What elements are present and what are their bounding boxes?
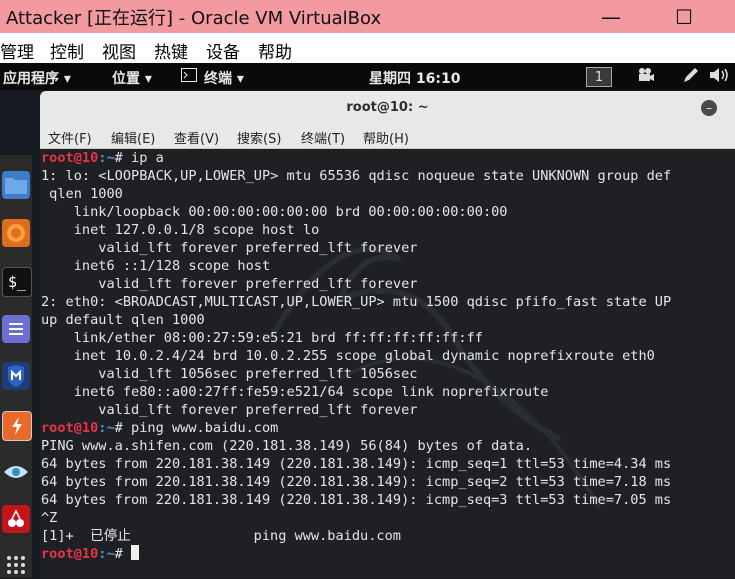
video-camera-icon[interactable] bbox=[637, 67, 655, 87]
prompt-line: root@10:~# ping www.baidu.com bbox=[41, 419, 278, 437]
places-menu[interactable]: 位置 ▾ bbox=[112, 68, 152, 88]
menu-devices[interactable]: 设备 bbox=[206, 38, 240, 63]
terminal-output[interactable]: root@10:~# ip a 1: lo: <LOOPBACK,UP,LOWE… bbox=[40, 149, 735, 578]
terminal-menu-bar: 文件(F) 编辑(E) 查看(V) 搜索(S) 终端(T) 帮助(H) bbox=[40, 125, 735, 149]
prompt-path: :~ bbox=[98, 546, 115, 562]
output-line: link/ether 08:00:27:59:e5:21 brd ff:ff:f… bbox=[41, 330, 483, 346]
metasploit-icon[interactable] bbox=[2, 362, 30, 390]
applications-menu[interactable]: 应用程序 ▾ bbox=[3, 68, 71, 88]
prompt-line: root@10:~# ip a bbox=[41, 149, 164, 167]
output-line: qlen 1000 bbox=[41, 186, 123, 202]
menu-manage[interactable]: 管理 bbox=[0, 38, 34, 63]
terminal-icon[interactable]: $_ bbox=[2, 267, 32, 297]
job-status-line: [1]+ 已停止 ping www.baidu.com bbox=[41, 528, 401, 544]
output-line: 2: eth0: <BROADCAST,MULTICAST,UP,LOWER_U… bbox=[41, 294, 672, 310]
ping-output-line: ^Z bbox=[41, 510, 58, 526]
host-window-title: Attacker [正在运行] - Oracle VM VirtualBox bbox=[6, 8, 382, 29]
output-line: up default qlen 1000 bbox=[41, 312, 205, 328]
show-apps-icon[interactable] bbox=[2, 551, 30, 579]
terminal-menu-help[interactable]: 帮助(H) bbox=[363, 128, 409, 147]
prompt-user: root@10 bbox=[41, 150, 99, 166]
command-text: ping www.baidu.com bbox=[131, 420, 279, 436]
menu-hotkeys[interactable]: 热键 bbox=[154, 38, 188, 63]
prompt-suffix: # bbox=[114, 546, 132, 562]
terminal-menu-search[interactable]: 搜索(S) bbox=[237, 128, 281, 147]
notes-icon[interactable] bbox=[2, 315, 30, 343]
menu-help[interactable]: 帮助 bbox=[258, 38, 292, 63]
terminal-menu-terminal[interactable]: 终端(T) bbox=[301, 128, 345, 147]
text-cursor bbox=[131, 545, 140, 560]
prompt-path: :~ bbox=[98, 150, 115, 166]
terminal-menu-view[interactable]: 查看(V) bbox=[174, 128, 219, 147]
terminal-menu-file[interactable]: 文件(F) bbox=[48, 128, 92, 147]
command-text: ip a bbox=[131, 150, 164, 166]
output-line: inet 127.0.0.1/8 scope host lo bbox=[41, 222, 320, 238]
dock: $_ bbox=[0, 155, 32, 578]
ping-output-line: 64 bytes from 220.181.38.149 (220.181.38… bbox=[41, 474, 672, 490]
volume-icon[interactable] bbox=[709, 67, 729, 87]
prompt-user: root@10 bbox=[41, 546, 99, 562]
terminal-app-menu[interactable]: 终端 ▾ bbox=[204, 68, 244, 88]
prompt-suffix: # bbox=[114, 150, 132, 166]
terminal-header: root@10: ~ – bbox=[40, 91, 735, 125]
terminal-title: root@10: ~ bbox=[346, 100, 429, 115]
ping-output-line: PING www.a.shifen.com (220.181.38.149) 5… bbox=[41, 438, 533, 454]
output-line: valid_lft forever preferred_lft forever bbox=[41, 240, 418, 256]
output-line: inet6 ::1/128 scope host bbox=[41, 258, 271, 274]
output-line: valid_lft forever preferred_lft forever bbox=[41, 402, 418, 418]
ping-output-line: 64 bytes from 220.181.38.149 (220.181.38… bbox=[41, 456, 672, 472]
menu-control[interactable]: 控制 bbox=[50, 38, 84, 63]
host-titlebar: Attacker [正在运行] - Oracle VM VirtualBox —… bbox=[0, 0, 735, 33]
output-line: valid_lft 1056sec preferred_lft 1056sec bbox=[41, 366, 418, 382]
prompt-suffix: # bbox=[114, 420, 132, 436]
files-icon[interactable] bbox=[2, 171, 30, 199]
menu-view[interactable]: 视图 bbox=[102, 38, 136, 63]
host-menu-bar: 管理 控制 视图 热键 设备 帮助 bbox=[0, 33, 735, 63]
gnome-top-panel: 应用程序 ▾ 位置 ▾ 终端 ▾ 星期四 16:10 1 bbox=[0, 63, 735, 90]
output-line: link/loopback 00:00:00:00:00:00 brd 00:0… bbox=[41, 204, 508, 220]
output-line: 1: lo: <LOOPBACK,UP,LOWER_UP> mtu 65536 … bbox=[41, 168, 672, 184]
terminal-window: root@10: ~ – 文件(F) 编辑(E) 查看(V) 搜索(S) 终端(… bbox=[40, 91, 735, 578]
output-line: inet6 fe80::a00:27ff:fe59:e521/64 scope … bbox=[41, 384, 549, 400]
prompt-path: :~ bbox=[98, 420, 115, 436]
prompt-line: root@10:~# bbox=[41, 545, 140, 563]
minimize-button[interactable]: — bbox=[588, 0, 634, 33]
eye-icon[interactable] bbox=[2, 458, 30, 486]
output-line: valid_lft forever preferred_lft forever bbox=[41, 276, 418, 292]
cherrytree-icon[interactable] bbox=[2, 505, 30, 533]
workspace-indicator[interactable]: 1 bbox=[586, 67, 612, 87]
maximize-button[interactable]: ☐ bbox=[661, 0, 707, 33]
burpsuite-icon[interactable] bbox=[2, 411, 32, 441]
clock[interactable]: 星期四 16:10 bbox=[369, 68, 460, 88]
terminal-menu-edit[interactable]: 编辑(E) bbox=[111, 128, 155, 147]
terminal-app-menu-icon[interactable] bbox=[181, 68, 197, 86]
minimize-window-icon[interactable]: – bbox=[701, 100, 717, 116]
ping-output-line: 64 bytes from 220.181.38.149 (220.181.38… bbox=[41, 492, 672, 508]
prompt-user: root@10 bbox=[41, 420, 99, 436]
pen-tool-icon[interactable] bbox=[682, 67, 700, 87]
firefox-icon[interactable] bbox=[2, 219, 30, 247]
output-line: inet 10.0.2.4/24 brd 10.0.2.255 scope gl… bbox=[41, 348, 655, 364]
